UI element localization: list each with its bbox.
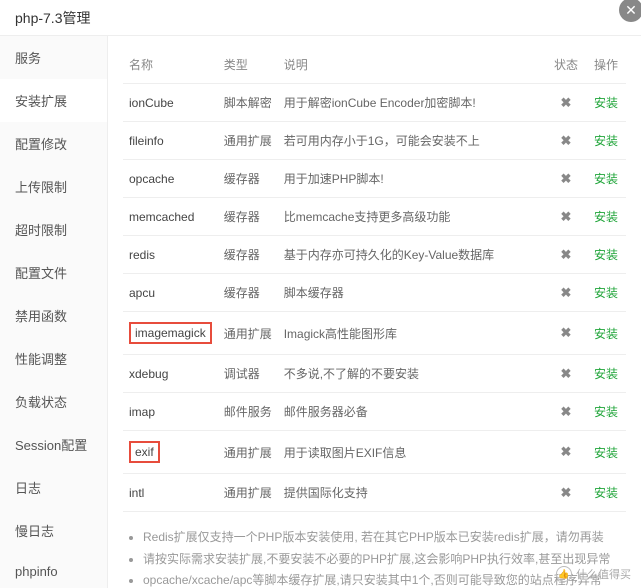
- install-link[interactable]: 安装: [594, 327, 618, 341]
- content-area: 名称 类型 说明 状态 操作 ionCube脚本解密用于解密ionCube En…: [108, 36, 641, 588]
- sidebar-item-install-ext[interactable]: 安装扩展: [0, 79, 107, 122]
- note-item: Redis扩展仅支持一个PHP版本安装使用, 若在其它PHP版本已安装redis…: [143, 527, 626, 549]
- sidebar-item-upload-limit[interactable]: 上传限制: [0, 165, 107, 208]
- ext-type: 缓存器: [218, 236, 278, 274]
- status-remove-icon[interactable]: ✖: [546, 431, 586, 474]
- ext-name: memcached: [123, 198, 218, 236]
- dialog-title: php-7.3管理: [15, 10, 90, 26]
- sidebar-item-phpinfo[interactable]: phpinfo: [0, 552, 107, 588]
- ext-type: 缓存器: [218, 198, 278, 236]
- ext-name: exif: [123, 431, 218, 474]
- main-layout: 服务 安装扩展 配置修改 上传限制 超时限制 配置文件 禁用函数 性能调整 负载…: [0, 36, 641, 588]
- notes-list: Redis扩展仅支持一个PHP版本安装使用, 若在其它PHP版本已安装redis…: [123, 527, 626, 588]
- install-link[interactable]: 安装: [594, 96, 618, 110]
- install-link[interactable]: 安装: [594, 286, 618, 300]
- status-remove-icon[interactable]: ✖: [546, 160, 586, 198]
- sidebar-item-performance[interactable]: 性能调整: [0, 337, 107, 380]
- install-link[interactable]: 安装: [594, 486, 618, 500]
- ext-type: 脚本解密: [218, 84, 278, 122]
- ext-type: 缓存器: [218, 274, 278, 312]
- sidebar-item-config-file[interactable]: 配置文件: [0, 251, 107, 294]
- ext-name: ionCube: [123, 84, 218, 122]
- ext-desc: 基于内存亦可持久化的Key-Value数据库: [278, 236, 546, 274]
- ext-type: 邮件服务: [218, 393, 278, 431]
- ext-name: redis: [123, 236, 218, 274]
- col-action: 操作: [586, 46, 626, 84]
- table-row: intl通用扩展提供国际化支持✖ 安装: [123, 474, 626, 512]
- table-row: xdebug调试器不多说,不了解的不要安装✖ 安装: [123, 355, 626, 393]
- sidebar-item-load-status[interactable]: 负载状态: [0, 380, 107, 423]
- ext-desc: 不多说,不了解的不要安装: [278, 355, 546, 393]
- install-link[interactable]: 安装: [594, 446, 618, 460]
- ext-name: fileinfo: [123, 122, 218, 160]
- ext-desc: 提供国际化支持: [278, 474, 546, 512]
- ext-desc: 用于加速PHP脚本!: [278, 160, 546, 198]
- sidebar-item-config-edit[interactable]: 配置修改: [0, 122, 107, 165]
- table-row: exif通用扩展用于读取图片EXIF信息✖ 安装: [123, 431, 626, 474]
- table-row: imap邮件服务邮件服务器必备✖ 安装: [123, 393, 626, 431]
- thumb-icon: 👍: [556, 566, 572, 582]
- status-remove-icon[interactable]: ✖: [546, 474, 586, 512]
- note-item: 请按实际需求安装扩展,不要安装不必要的PHP扩展,这会影响PHP执行效率,甚至出…: [143, 549, 626, 571]
- ext-name: intl: [123, 474, 218, 512]
- install-link[interactable]: 安装: [594, 172, 618, 186]
- ext-desc: 比memcache支持更多高级功能: [278, 198, 546, 236]
- ext-desc: 邮件服务器必备: [278, 393, 546, 431]
- col-name: 名称: [123, 46, 218, 84]
- install-link[interactable]: 安装: [594, 367, 618, 381]
- table-row: opcache缓存器用于加速PHP脚本!✖ 安装: [123, 160, 626, 198]
- table-row: imagemagick通用扩展Imagick高性能图形库✖ 安装: [123, 312, 626, 355]
- ext-desc: Imagick高性能图形库: [278, 312, 546, 355]
- install-link[interactable]: 安装: [594, 405, 618, 419]
- table-row: redis缓存器基于内存亦可持久化的Key-Value数据库✖ 安装: [123, 236, 626, 274]
- table-row: ionCube脚本解密用于解密ionCube Encoder加密脚本!✖ 安装: [123, 84, 626, 122]
- install-link[interactable]: 安装: [594, 248, 618, 262]
- sidebar-item-slow-log[interactable]: 慢日志: [0, 509, 107, 552]
- status-remove-icon[interactable]: ✖: [546, 198, 586, 236]
- install-link[interactable]: 安装: [594, 134, 618, 148]
- ext-type: 缓存器: [218, 160, 278, 198]
- status-remove-icon[interactable]: ✖: [546, 274, 586, 312]
- ext-name: imap: [123, 393, 218, 431]
- close-icon[interactable]: ✕: [619, 0, 641, 22]
- status-remove-icon[interactable]: ✖: [546, 122, 586, 160]
- ext-type: 通用扩展: [218, 474, 278, 512]
- ext-desc: 用于读取图片EXIF信息: [278, 431, 546, 474]
- table-row: memcached缓存器比memcache支持更多高级功能✖ 安装: [123, 198, 626, 236]
- install-link[interactable]: 安装: [594, 210, 618, 224]
- note-item: opcache/xcache/apc等脚本缓存扩展,请只安装其中1个,否则可能导…: [143, 570, 626, 588]
- table-row: fileinfo通用扩展若可用内存小于1G，可能会安装不上✖ 安装: [123, 122, 626, 160]
- ext-name: apcu: [123, 274, 218, 312]
- table-row: apcu缓存器脚本缓存器✖ 安装: [123, 274, 626, 312]
- ext-name: opcache: [123, 160, 218, 198]
- sidebar-item-session[interactable]: Session配置: [0, 423, 107, 466]
- ext-desc: 脚本缓存器: [278, 274, 546, 312]
- ext-desc: 若可用内存小于1G，可能会安装不上: [278, 122, 546, 160]
- col-status: 状态: [546, 46, 586, 84]
- ext-name: xdebug: [123, 355, 218, 393]
- sidebar: 服务 安装扩展 配置修改 上传限制 超时限制 配置文件 禁用函数 性能调整 负载…: [0, 36, 108, 588]
- ext-type: 通用扩展: [218, 431, 278, 474]
- extensions-table: 名称 类型 说明 状态 操作 ionCube脚本解密用于解密ionCube En…: [123, 46, 626, 512]
- status-remove-icon[interactable]: ✖: [546, 312, 586, 355]
- status-remove-icon[interactable]: ✖: [546, 236, 586, 274]
- col-desc: 说明: [278, 46, 546, 84]
- ext-type: 通用扩展: [218, 122, 278, 160]
- watermark: 👍 什么值得买: [556, 566, 631, 582]
- sidebar-item-log[interactable]: 日志: [0, 466, 107, 509]
- status-remove-icon[interactable]: ✖: [546, 355, 586, 393]
- ext-name: imagemagick: [123, 312, 218, 355]
- status-remove-icon[interactable]: ✖: [546, 84, 586, 122]
- watermark-text: 什么值得买: [576, 566, 631, 582]
- sidebar-item-timeout[interactable]: 超时限制: [0, 208, 107, 251]
- dialog-header: php-7.3管理 ✕: [0, 0, 641, 36]
- status-remove-icon[interactable]: ✖: [546, 393, 586, 431]
- ext-type: 通用扩展: [218, 312, 278, 355]
- ext-type: 调试器: [218, 355, 278, 393]
- ext-desc: 用于解密ionCube Encoder加密脚本!: [278, 84, 546, 122]
- sidebar-item-disable-func[interactable]: 禁用函数: [0, 294, 107, 337]
- sidebar-item-service[interactable]: 服务: [0, 36, 107, 79]
- col-type: 类型: [218, 46, 278, 84]
